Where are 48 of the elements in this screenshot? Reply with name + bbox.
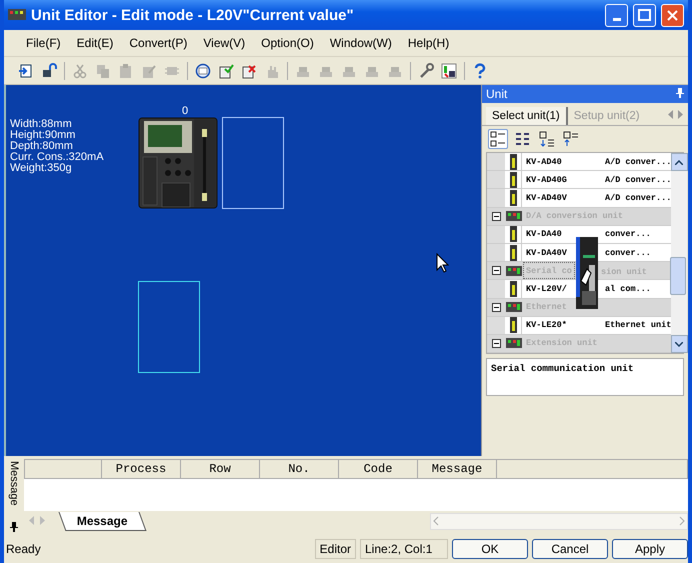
minimize-icon	[612, 18, 620, 21]
status-mode: Editor	[314, 538, 356, 558]
pin-icon[interactable]	[10, 521, 18, 535]
dialog-button[interactable]: OK	[452, 538, 528, 558]
scrollbar-thumb[interactable]	[670, 257, 686, 295]
menu-item[interactable]: Option(O)	[253, 36, 322, 50]
close-button[interactable]	[661, 4, 684, 26]
dragged-unit-drawing	[576, 237, 598, 309]
spec-text: Height:90mm	[10, 130, 76, 141]
menu-item[interactable]: Convert(P)	[121, 36, 196, 50]
maximize-button[interactable]	[633, 4, 656, 26]
minimize-button[interactable]	[605, 4, 628, 26]
dialog-button[interactable]: Apply	[612, 538, 688, 558]
column-header[interactable]: No.	[260, 460, 339, 478]
status-text: Ready	[6, 542, 42, 556]
close-icon	[667, 10, 678, 20]
column-header[interactable]: Process	[102, 460, 181, 478]
empty-slot[interactable]	[222, 117, 284, 209]
chart-icon[interactable]	[439, 60, 459, 80]
list-view-icon[interactable]	[514, 130, 532, 148]
spec-text: Curr. Cons.:320mA	[10, 152, 104, 163]
menu-item[interactable]: Edit(E)	[68, 36, 122, 50]
collapse-all-icon[interactable]	[562, 130, 580, 148]
panel-title: Unit	[486, 87, 508, 101]
scroll-down-icon[interactable]	[670, 335, 688, 353]
cursor-position: Line:2, Col:1	[360, 538, 448, 558]
slot-number: 0	[182, 105, 188, 117]
pane-label: Message	[8, 461, 20, 506]
menu-item[interactable]: View(V)	[195, 36, 254, 50]
menu-item[interactable]: Window(W)	[322, 36, 400, 50]
column-header[interactable]: Code	[339, 460, 418, 478]
tab[interactable]: Message	[58, 512, 146, 530]
spec-text: Weight:350g	[10, 163, 73, 174]
tree-view-icon[interactable]	[488, 129, 508, 149]
dialog-button[interactable]: Cancel	[532, 538, 608, 558]
spec-text: Width:88mm	[10, 119, 73, 130]
maximize-icon	[638, 9, 651, 21]
window-title: Unit Editor - Edit mode - L20V"Current value"	[31, 6, 355, 24]
spec-text: Depth:80mm	[10, 141, 73, 152]
menu-item[interactable]: Help(H)	[400, 36, 458, 50]
empty-slot[interactable]	[138, 281, 200, 373]
menu-item[interactable]: File(F)	[18, 36, 69, 50]
scroll-up-icon[interactable]	[670, 153, 688, 171]
unit-description: Serial communication unit	[486, 358, 684, 396]
expand-all-icon[interactable]	[538, 130, 556, 148]
tab[interactable]: Select unit(1)	[486, 107, 568, 125]
column-header[interactable]: Message	[418, 460, 497, 478]
column-header[interactable]: Row	[181, 460, 260, 478]
